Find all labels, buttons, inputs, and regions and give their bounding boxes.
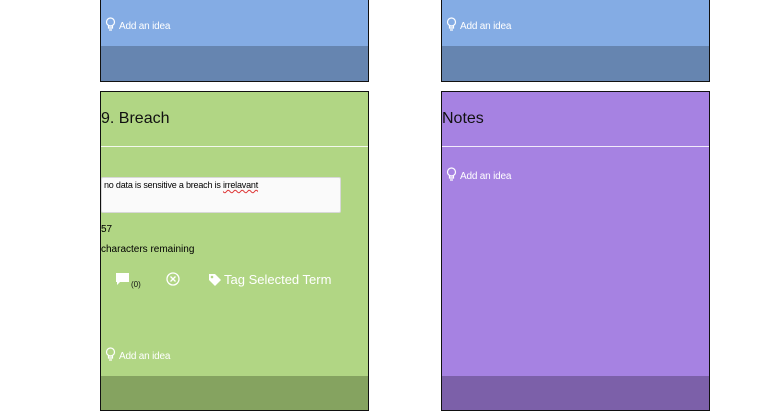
- panel-footer-bar: [442, 376, 709, 410]
- add-idea-button[interactable]: Add an idea: [105, 17, 170, 32]
- add-idea-button[interactable]: Add an idea: [446, 17, 511, 32]
- panel-footer-bar: [442, 46, 709, 81]
- panel-title: 9. Breach: [101, 110, 170, 127]
- panel-footer-bar: [101, 46, 368, 81]
- tag-label: Tag Selected Term: [224, 272, 332, 287]
- char-count: 57: [101, 224, 113, 235]
- add-idea-label: Add an idea: [460, 171, 512, 182]
- lightbulb-icon: [105, 347, 116, 362]
- title-divider: [442, 146, 709, 147]
- note-text: no data is sensitive a breach is: [104, 180, 223, 190]
- add-idea-label: Add an idea: [119, 21, 171, 32]
- panel-footer-bar: [101, 376, 368, 410]
- close-circle-icon: [166, 272, 180, 286]
- lightbulb-icon: [446, 17, 457, 32]
- notes-panel: Notes Add an idea: [441, 91, 710, 411]
- top-left-panel: Add an idea: [100, 0, 369, 82]
- char-count-label: characters remaining: [101, 244, 195, 255]
- note-input[interactable]: no data is sensitive a breach is irrelav…: [101, 177, 341, 213]
- top-right-panel: Add an idea: [441, 0, 710, 82]
- title-divider: [101, 146, 368, 147]
- comment-count: (0): [131, 280, 141, 289]
- add-idea-button[interactable]: Add an idea: [105, 347, 170, 362]
- note-toolbar: (0) Tag Selected Term: [101, 270, 367, 292]
- lightbulb-icon: [446, 167, 457, 182]
- lightbulb-icon: [105, 17, 116, 32]
- comment-button[interactable]: (0): [115, 272, 141, 289]
- misspelled-word: irrelavant: [222, 180, 258, 190]
- add-idea-button[interactable]: Add an idea: [446, 167, 511, 182]
- remove-button[interactable]: [166, 272, 180, 286]
- tag-icon: [208, 273, 222, 287]
- tag-term-button[interactable]: Tag Selected Term: [208, 272, 331, 287]
- panel-title: Notes: [442, 110, 484, 127]
- add-idea-label: Add an idea: [460, 21, 512, 32]
- comment-icon: [115, 272, 130, 287]
- breach-panel: 9. Breach no data is sensitive a breach …: [100, 91, 369, 411]
- add-idea-label: Add an idea: [119, 351, 171, 362]
